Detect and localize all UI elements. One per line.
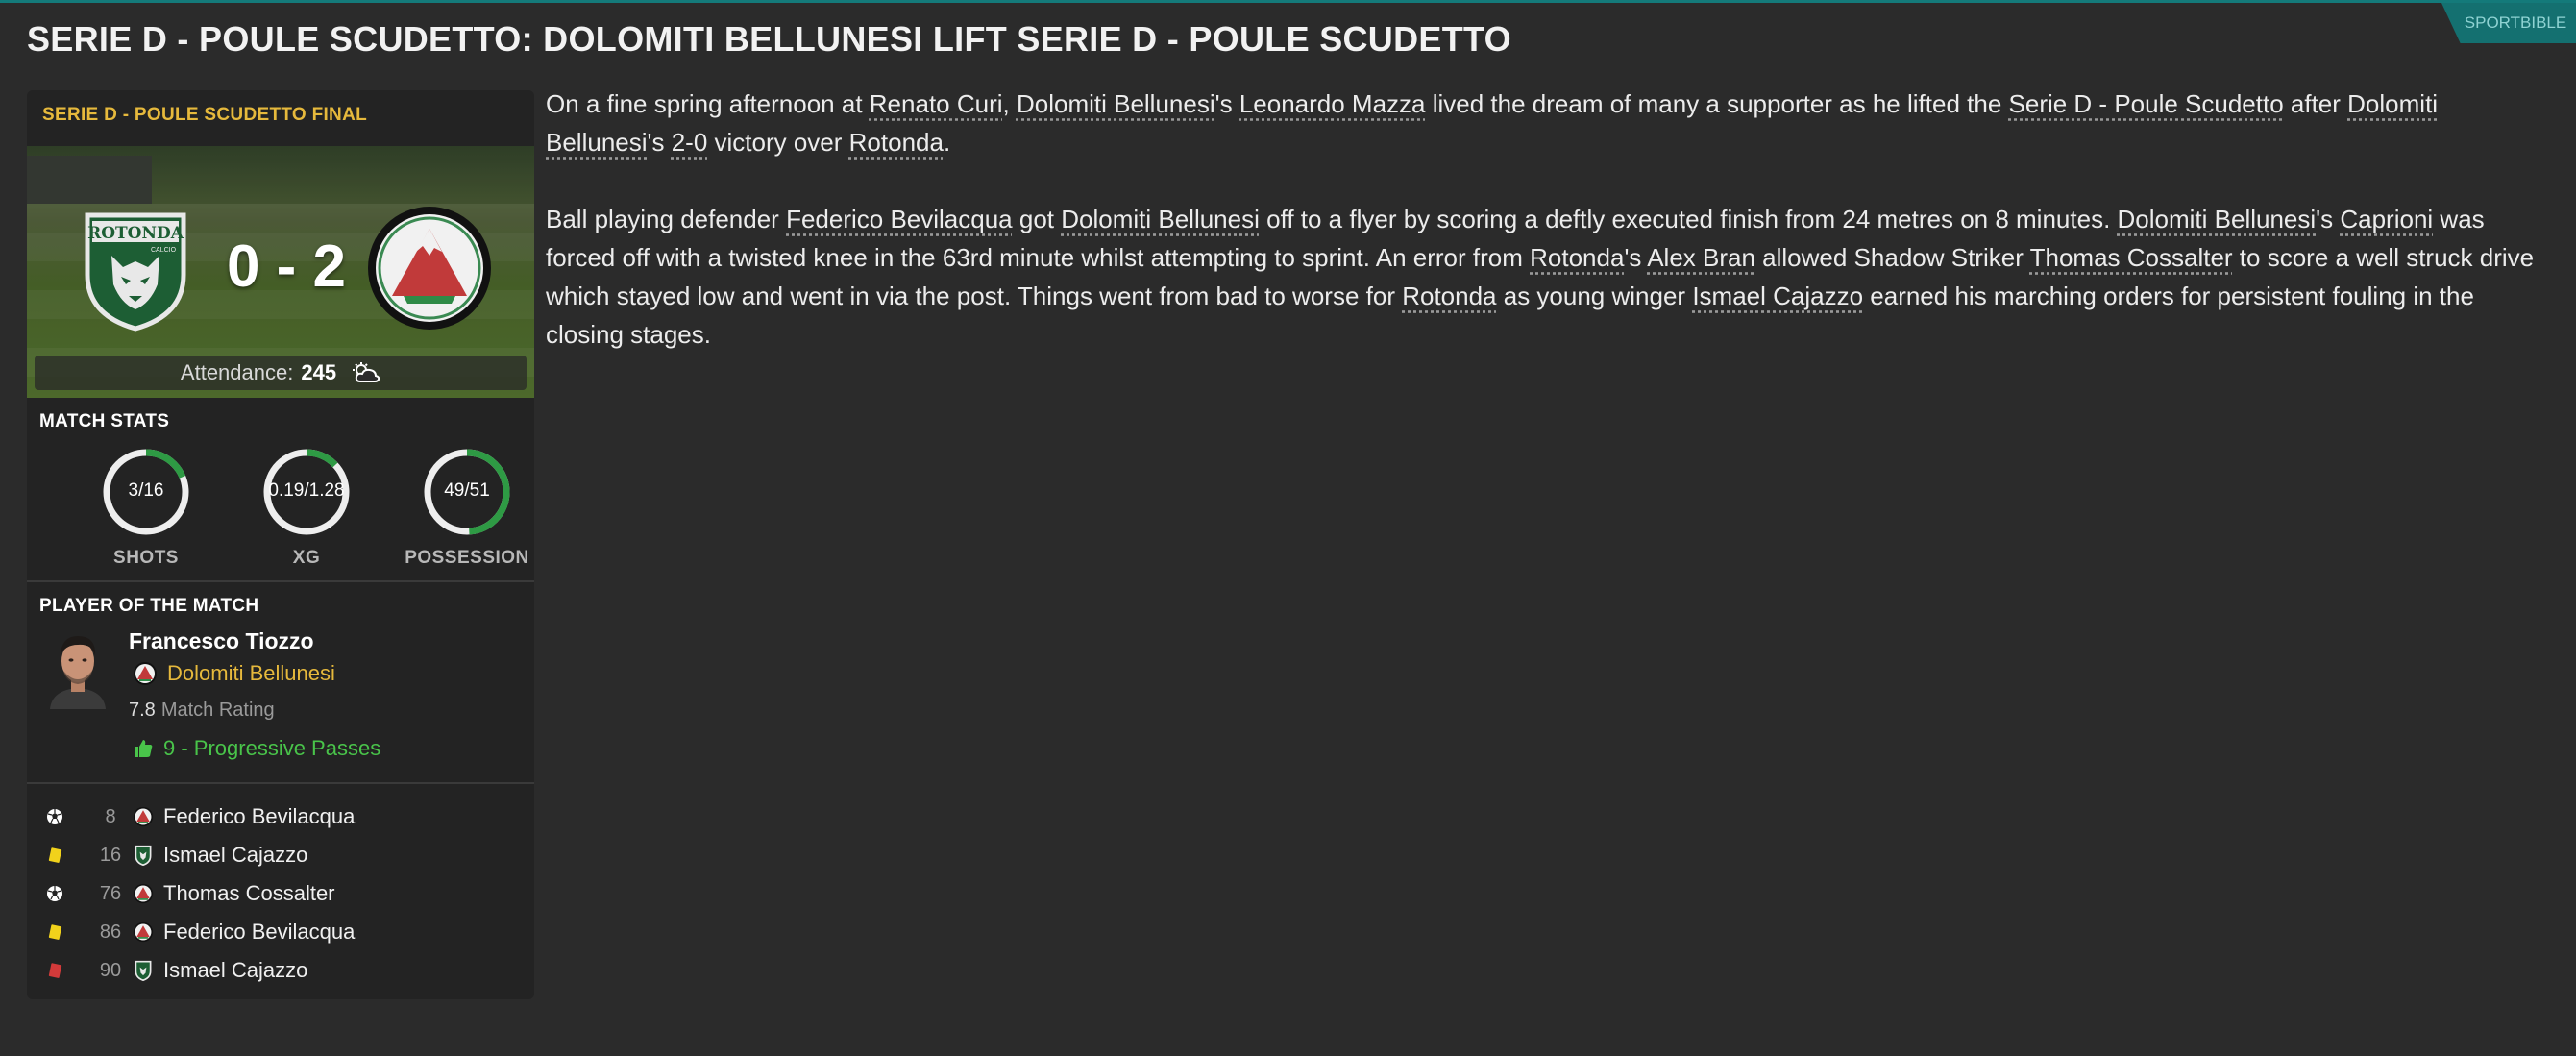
text: got xyxy=(1012,205,1062,233)
red-card-icon xyxy=(48,963,62,978)
svg-text:CALCIO: CALCIO xyxy=(151,247,177,254)
score: 0 - 2 xyxy=(226,233,347,300)
text: . xyxy=(943,128,951,157)
text: after xyxy=(2283,89,2348,118)
dolomiti-bellunesi-badge-icon xyxy=(134,662,157,685)
text: off to a flyer by scoring a deftly execu… xyxy=(1259,205,2118,233)
player-link[interactable]: Alex Bran xyxy=(1647,243,1755,272)
top-accent-line xyxy=(0,0,2576,3)
event-player[interactable]: Ismael Cajazzo xyxy=(163,843,307,868)
report-paragraph-1: On a fine spring afternoon at Renato Cur… xyxy=(546,85,2554,161)
report-paragraph-2: Ball playing defender Federico Bevilacqu… xyxy=(546,200,2554,354)
match-summary-panel: SERIE D - POULE SCUDETTO FINAL ROTONDA C… xyxy=(27,90,534,999)
possession-label: POSSESSION xyxy=(405,548,529,568)
potm-name[interactable]: Francesco Tiozzo xyxy=(129,628,314,654)
shots-value: 3/16 xyxy=(128,480,164,501)
divider xyxy=(27,782,534,784)
competition-label[interactable]: SERIE D - POULE SCUDETTO FINAL xyxy=(42,105,367,126)
dolomiti-bellunesi-crest-icon[interactable] xyxy=(365,204,494,332)
attendance-bar: Attendance: 245 xyxy=(35,356,527,390)
shots-gauge[interactable]: 3/16 SHOTS xyxy=(84,446,209,569)
event-minute: 16 xyxy=(99,844,122,866)
score-banner: ROTONDA CALCIO 0 - 2 Attendance: 245 xyxy=(27,146,534,398)
event-row[interactable]: 8 Federico Bevilacqua xyxy=(27,798,534,836)
player-link[interactable]: Federico Bevilacqua xyxy=(786,205,1013,233)
potm-rating: 7.8 Match Rating xyxy=(129,700,275,722)
club-link[interactable]: Dolomiti Bellunesi xyxy=(1061,205,1260,233)
score-link[interactable]: 2-0 xyxy=(672,128,708,157)
football-icon xyxy=(47,809,62,824)
thumbs-up-icon xyxy=(135,740,153,757)
potm-title: PLAYER OF THE MATCH xyxy=(39,596,259,616)
source-badge[interactable]: SPORTBIBLE xyxy=(2441,3,2576,43)
text: as young winger xyxy=(1496,282,1693,310)
stadium-link[interactable]: Renato Curi xyxy=(870,89,1003,118)
potm-stat-text: 9 - Progressive Passes xyxy=(163,736,381,760)
yellow-card-icon xyxy=(48,924,62,940)
dolomiti-bellunesi-badge-icon xyxy=(133,883,154,904)
event-row[interactable]: 16 Ismael Cajazzo xyxy=(27,836,534,874)
attendance-label: Attendance: xyxy=(180,360,294,384)
attendance-value: 245 xyxy=(301,360,337,384)
competition-link[interactable]: Serie D - Poule Scudetto xyxy=(2009,89,2284,118)
player-link[interactable]: Caprioni xyxy=(2340,205,2433,233)
page-title: SERIE D - POULE SCUDETTO: DOLOMITI BELLU… xyxy=(27,19,1511,59)
event-minute: 90 xyxy=(99,959,122,981)
potm-rating-value: 7.8 xyxy=(129,700,156,721)
text: 's xyxy=(2316,205,2341,233)
event-player[interactable]: Thomas Cossalter xyxy=(163,881,335,906)
dolomiti-bellunesi-badge-icon xyxy=(133,921,154,943)
potm-stat: 9 - Progressive Passes xyxy=(133,736,380,761)
svg-text:ROTONDA: ROTONDA xyxy=(87,224,184,243)
rotonda-badge-icon xyxy=(135,845,152,866)
club-link[interactable]: Rotonda xyxy=(849,128,944,157)
possession-gauge[interactable]: 49/51 POSSESSION xyxy=(405,446,529,569)
football-icon xyxy=(47,886,62,901)
rotonda-badge-icon xyxy=(135,960,152,981)
xg-gauge[interactable]: 0.19/1.28 XG xyxy=(244,446,369,569)
player-avatar[interactable] xyxy=(46,628,110,709)
text: Ball playing defender xyxy=(546,205,787,233)
partly-cloudy-icon xyxy=(353,362,380,382)
club-link[interactable]: Rotonda xyxy=(1530,243,1624,272)
possession-value: 49/51 xyxy=(444,480,490,501)
yellow-card-icon xyxy=(48,847,62,863)
potm-club-name: Dolomiti Bellunesi xyxy=(167,661,335,685)
event-row[interactable]: 90 Ismael Cajazzo xyxy=(27,951,534,990)
club-link[interactable]: Dolomiti Bellunesi xyxy=(2118,205,2317,233)
event-row[interactable]: 86 Federico Bevilacqua xyxy=(27,913,534,951)
match-stats-title: MATCH STATS xyxy=(39,411,170,431)
event-player[interactable]: Federico Bevilacqua xyxy=(163,920,355,945)
text: 's xyxy=(647,128,672,157)
player-link[interactable]: Leonardo Mazza xyxy=(1239,89,1426,118)
club-link[interactable]: Dolomiti Bellunesi xyxy=(1017,89,1215,118)
xg-value: 0.19/1.28 xyxy=(268,480,345,501)
match-events-list: 8 Federico Bevilacqua 16 Ismael Cajazzo xyxy=(27,798,534,990)
text: lived the dream of many a supporter as h… xyxy=(1425,89,2009,118)
club-link[interactable]: Rotonda xyxy=(1402,282,1496,310)
text: allowed Shadow Striker xyxy=(1754,243,2030,272)
rotonda-crest-icon[interactable]: ROTONDA CALCIO xyxy=(83,208,188,332)
potm-rating-label: Match Rating xyxy=(160,700,275,721)
shots-label: SHOTS xyxy=(113,548,179,568)
event-minute: 86 xyxy=(99,921,122,943)
xg-label: XG xyxy=(292,548,321,568)
text: 's xyxy=(1214,89,1239,118)
divider xyxy=(27,580,534,582)
event-minute: 76 xyxy=(99,882,122,904)
match-report: On a fine spring afternoon at Renato Cur… xyxy=(546,85,2554,392)
event-player[interactable]: Federico Bevilacqua xyxy=(163,804,355,829)
player-link[interactable]: Ismael Cajazzo xyxy=(1692,282,1863,310)
text: 's xyxy=(1624,243,1648,272)
text: victory over xyxy=(707,128,849,157)
dolomiti-bellunesi-badge-icon xyxy=(133,806,154,827)
potm-club[interactable]: Dolomiti Bellunesi xyxy=(133,661,335,686)
event-minute: 8 xyxy=(105,805,116,827)
player-link[interactable]: Thomas Cossalter xyxy=(2030,243,2233,272)
text: On a fine spring afternoon at xyxy=(546,89,870,118)
event-player[interactable]: Ismael Cajazzo xyxy=(163,958,307,983)
text: , xyxy=(1002,89,1017,118)
event-row[interactable]: 76 Thomas Cossalter xyxy=(27,874,534,913)
